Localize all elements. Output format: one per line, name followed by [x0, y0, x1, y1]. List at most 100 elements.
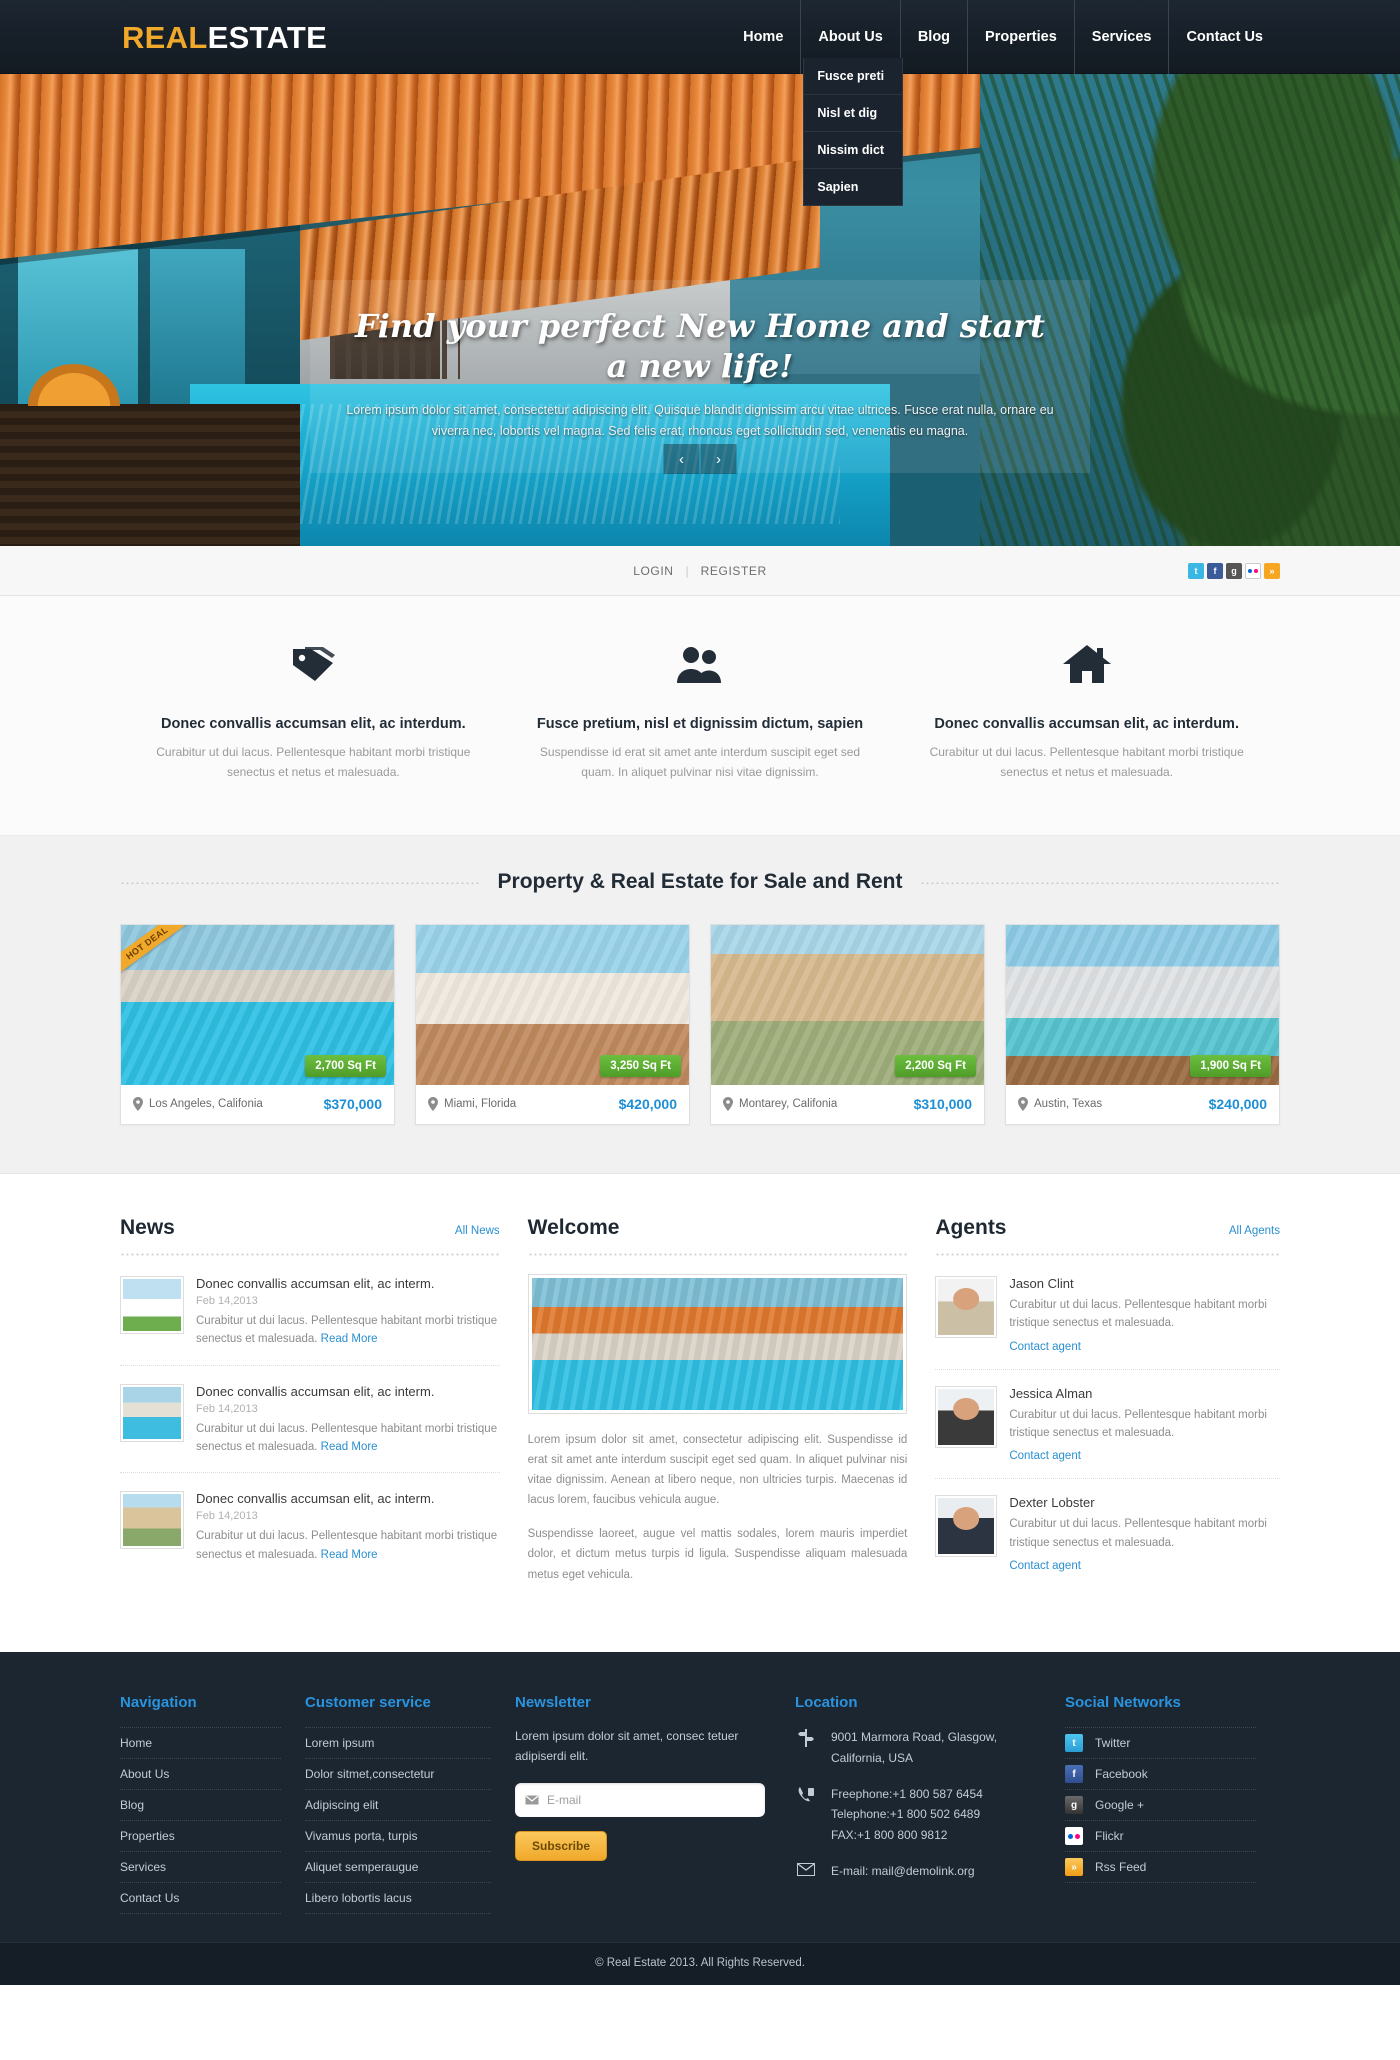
email-text[interactable]: E-mail: mail@demolink.org — [831, 1861, 975, 1881]
welcome-title: Welcome — [527, 1215, 620, 1239]
footer-nav-link[interactable]: Contact Us — [120, 1883, 281, 1913]
nav-link-contact-us[interactable]: Contact Us — [1169, 0, 1280, 74]
footer-nav-item-home[interactable]: Home — [120, 1727, 281, 1758]
footer-cs-item[interactable]: Aliquet semperaugue — [305, 1851, 491, 1882]
agent-name: Dexter Lobster — [1009, 1495, 1095, 1511]
social-link-twitter[interactable]: Twitter — [1095, 1736, 1130, 1750]
footer-nav-link[interactable]: Services — [120, 1852, 281, 1882]
nav-submenu-about-us: Fusce preti Nisl et dig Nissim dict Sapi… — [803, 58, 904, 206]
footer-cs-link[interactable]: Lorem ipsum — [305, 1728, 491, 1758]
nav-link-home[interactable]: Home — [726, 0, 800, 74]
email-row: E-mail: mail@demolink.org — [795, 1861, 1041, 1881]
contact-agent-link[interactable]: Contact agent — [1009, 1560, 1081, 1572]
properties-grid: HOT DEAL 2,700 Sq Ft Los Angeles, Califo… — [120, 923, 1280, 1125]
social-link-google-plus[interactable]: Google + — [1095, 1798, 1144, 1812]
submenu-item-fusce-preti[interactable]: Fusce preti — [804, 58, 903, 95]
flickr-icon[interactable] — [1245, 563, 1261, 579]
read-more-link[interactable]: Read More — [321, 1333, 378, 1345]
nav-item-properties[interactable]: Properties — [967, 0, 1074, 74]
footer-cs-item[interactable]: Adipiscing elit — [305, 1789, 491, 1820]
nav-item-services[interactable]: Services — [1073, 0, 1169, 74]
property-card[interactable]: 2,200 Sq Ft Montarey, Califonia $310,000 — [710, 923, 985, 1125]
twitter-icon[interactable]: t — [1188, 563, 1204, 579]
nav-item-about-us[interactable]: About Us Fusce preti Nisl et dig Nissim … — [800, 0, 904, 206]
social-link-facebook[interactable]: Facebook — [1095, 1767, 1148, 1781]
footer-nav-link[interactable]: Properties — [120, 1821, 281, 1851]
contact-agent-link[interactable]: Contact agent — [1009, 1341, 1081, 1353]
news-headline[interactable]: Donec convallis accumsan elit, ac interm… — [196, 1491, 500, 1506]
footer-cs-link[interactable]: Libero lobortis lacus — [305, 1883, 491, 1913]
footer-nav-link[interactable]: About Us — [120, 1759, 281, 1789]
footer-cs-link[interactable]: Vivamus porta, turpis — [305, 1821, 491, 1851]
submenu-item-nisl-et-dig[interactable]: Nisl et dig — [804, 95, 903, 132]
footer-nav-item-contact-us[interactable]: Contact Us — [120, 1882, 281, 1915]
login-link[interactable]: LOGIN — [633, 564, 673, 578]
footer-nav-link[interactable]: Blog — [120, 1790, 281, 1820]
property-card[interactable]: 1,900 Sq Ft Austin, Texas $240,000 — [1005, 923, 1280, 1125]
property-card[interactable]: 3,250 Sq Ft Miami, Florida $420,000 — [415, 923, 690, 1125]
register-link[interactable]: REGISTER — [701, 564, 767, 578]
nav-link-services[interactable]: Services — [1075, 0, 1169, 74]
social-link-rss[interactable]: Rss Feed — [1095, 1860, 1146, 1874]
slider-next-arrow-icon[interactable]: › — [700, 444, 737, 474]
news-headline[interactable]: Donec convallis accumsan elit, ac interm… — [196, 1276, 500, 1291]
all-news-link[interactable]: All News — [455, 1225, 500, 1237]
social-item-flickr[interactable]: Flickr — [1065, 1820, 1256, 1851]
read-more-link[interactable]: Read More — [321, 1549, 378, 1561]
footer-nav-item-properties[interactable]: Properties — [120, 1820, 281, 1851]
footer-cs-item[interactable]: Dolor sitmet,consectetur — [305, 1758, 491, 1789]
submenu-item-sapien[interactable]: Sapien — [804, 169, 902, 205]
footer-cs-link[interactable]: Aliquet semperaugue — [305, 1852, 491, 1882]
rss-icon[interactable]: » — [1264, 563, 1280, 579]
social-link-flickr[interactable]: Flickr — [1095, 1829, 1124, 1843]
subscribe-button[interactable]: Subscribe — [515, 1830, 608, 1861]
footer-cs-item[interactable]: Lorem ipsum — [305, 1727, 491, 1758]
google-plus-icon: g — [1065, 1796, 1083, 1815]
social-item-facebook[interactable]: f Facebook — [1065, 1758, 1256, 1789]
all-agents-link[interactable]: All Agents — [1229, 1225, 1280, 1237]
nav-link-properties[interactable]: Properties — [968, 0, 1074, 74]
footer-nav-link[interactable]: Home — [120, 1728, 281, 1758]
slider-prev-arrow-icon[interactable]: ‹ — [663, 444, 700, 474]
property-image[interactable]: 2,200 Sq Ft — [711, 924, 984, 1085]
social-item-rss[interactable]: » Rss Feed — [1065, 1851, 1256, 1884]
footer-cs-link[interactable]: Adipiscing elit — [305, 1790, 491, 1820]
news-item[interactable]: Donec convallis accumsan elit, ac interm… — [120, 1489, 500, 1580]
footer-newsletter-column: Newsletter Lorem ipsum dolor sit amet, c… — [515, 1694, 795, 1914]
news-thumbnail[interactable] — [120, 1383, 184, 1442]
hero-slider-controls: ‹ › — [663, 444, 737, 474]
footer-cs-item[interactable]: Vivamus porta, turpis — [305, 1820, 491, 1851]
news-column: News All News Donec convallis accumsan e… — [120, 1216, 500, 1602]
property-card[interactable]: HOT DEAL 2,700 Sq Ft Los Angeles, Califo… — [120, 923, 395, 1125]
news-thumbnail[interactable] — [120, 1275, 184, 1334]
newsletter-email-field[interactable]: E-mail — [515, 1782, 765, 1817]
news-item[interactable]: Donec convallis accumsan elit, ac interm… — [120, 1382, 500, 1474]
property-image[interactable]: 3,250 Sq Ft — [416, 924, 689, 1085]
copyright-bar: © Real Estate 2013. All Rights Reserved. — [0, 1942, 1400, 1986]
nav-item-contact-us[interactable]: Contact Us — [1168, 0, 1280, 74]
footer-nav-item-about-us[interactable]: About Us — [120, 1758, 281, 1789]
news-item[interactable]: Donec convallis accumsan elit, ac interm… — [120, 1274, 500, 1366]
footer-nav-item-services[interactable]: Services — [120, 1851, 281, 1882]
page-root: REALESTATE Home About Us Fusce preti Nis… — [0, 0, 1400, 1986]
social-item-google-plus[interactable]: g Google + — [1065, 1789, 1256, 1820]
footer-nav-item-blog[interactable]: Blog — [120, 1789, 281, 1820]
facebook-icon[interactable]: f — [1207, 563, 1223, 579]
site-logo[interactable]: REALESTATE — [120, 22, 327, 53]
submenu-item-nissim-dict[interactable]: Nissim dict — [804, 132, 903, 169]
nav-item-blog[interactable]: Blog — [899, 0, 967, 74]
property-image[interactable]: HOT DEAL 2,700 Sq Ft — [121, 924, 394, 1085]
read-more-link[interactable]: Read More — [321, 1441, 378, 1453]
contact-agent-link[interactable]: Contact agent — [1009, 1450, 1081, 1462]
nav-item-home[interactable]: Home — [726, 0, 800, 74]
footer-cs-link[interactable]: Dolor sitmet,consectetur — [305, 1759, 491, 1789]
nav-link-blog[interactable]: Blog — [901, 0, 967, 74]
news-thumbnail[interactable] — [120, 1491, 184, 1550]
footer-cs-item[interactable]: Libero lobortis lacus — [305, 1882, 491, 1915]
agent-item: Jason Clint Curabitur ut dui lacus. Pell… — [935, 1274, 1280, 1370]
footer-navigation-title: Navigation — [120, 1694, 197, 1712]
social-item-twitter[interactable]: t Twitter — [1065, 1727, 1256, 1758]
news-headline[interactable]: Donec convallis accumsan elit, ac interm… — [196, 1384, 500, 1399]
google-plus-icon[interactable]: g — [1226, 563, 1242, 579]
property-image[interactable]: 1,900 Sq Ft — [1006, 924, 1279, 1085]
